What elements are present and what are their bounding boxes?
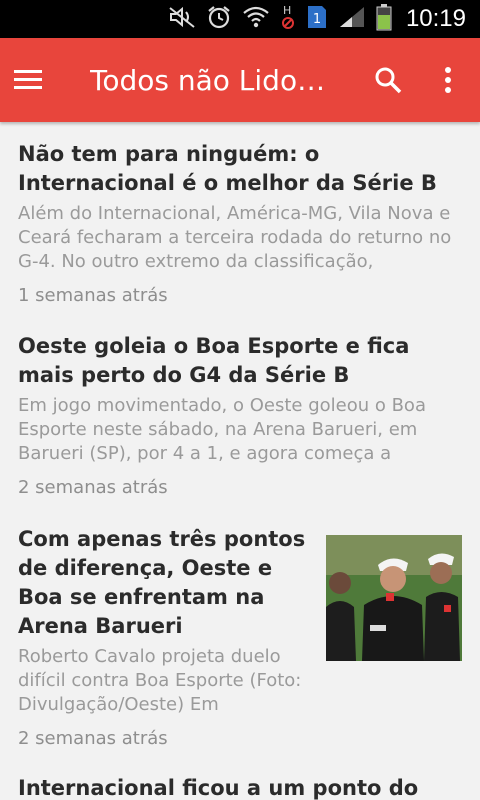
hsdpa-icon: H xyxy=(280,3,296,35)
search-button[interactable] xyxy=(364,38,412,122)
article-title: Não tem para ninguém: o Internacional é … xyxy=(18,142,437,195)
mute-icon xyxy=(168,5,196,33)
status-clock: 10:19 xyxy=(405,5,466,32)
search-icon xyxy=(375,67,402,94)
overflow-menu-icon xyxy=(445,67,451,93)
article-summary: Roberto Cavalo projeta duelo difícil con… xyxy=(18,646,302,715)
page-title: Todos não Lidos... xyxy=(90,63,336,97)
article-item[interactable]: Não tem para ninguém: o Internacional é … xyxy=(0,122,480,314)
article-list: Não tem para ninguém: o Internacional é … xyxy=(0,122,480,800)
sim-1-icon: 1 xyxy=(306,4,328,34)
article-summary: Além do Internacional, América-MG, Vila … xyxy=(18,203,452,272)
article-thumbnail xyxy=(326,535,462,661)
svg-text:1: 1 xyxy=(313,12,321,27)
article-item[interactable]: Internacional ficou a um ponto do líder xyxy=(0,756,480,800)
menu-button[interactable] xyxy=(14,38,76,122)
signal-icon xyxy=(338,5,366,33)
article-title: Com apenas três pontos de diferença, Oes… xyxy=(18,527,306,638)
app-bar: Todos não Lidos... xyxy=(0,38,480,122)
article-item[interactable]: Com apenas três pontos de diferença, Oes… xyxy=(0,507,480,756)
article-item[interactable]: Oeste goleia o Boa Esporte e fica mais p… xyxy=(0,314,480,507)
article-summary: Em jogo movimentado, o Oeste goleou o Bo… xyxy=(18,395,426,464)
status-bar: H 1 10:19 xyxy=(0,0,480,38)
wifi-icon xyxy=(242,4,270,34)
battery-icon xyxy=(376,3,392,35)
article-title: Oeste goleia o Boa Esporte e fica mais p… xyxy=(18,334,410,387)
alarm-icon xyxy=(206,4,232,34)
overflow-menu-button[interactable] xyxy=(424,38,472,122)
coach-and-players-photo xyxy=(326,535,462,661)
menu-icon xyxy=(14,70,42,89)
article-time: 1 semanas atrás xyxy=(18,285,168,306)
article-time: 2 semanas atrás xyxy=(18,477,168,498)
article-time: 2 semanas atrás xyxy=(18,728,168,749)
svg-text:H: H xyxy=(283,4,291,17)
article-title: Internacional ficou a um ponto do líder xyxy=(18,776,419,800)
